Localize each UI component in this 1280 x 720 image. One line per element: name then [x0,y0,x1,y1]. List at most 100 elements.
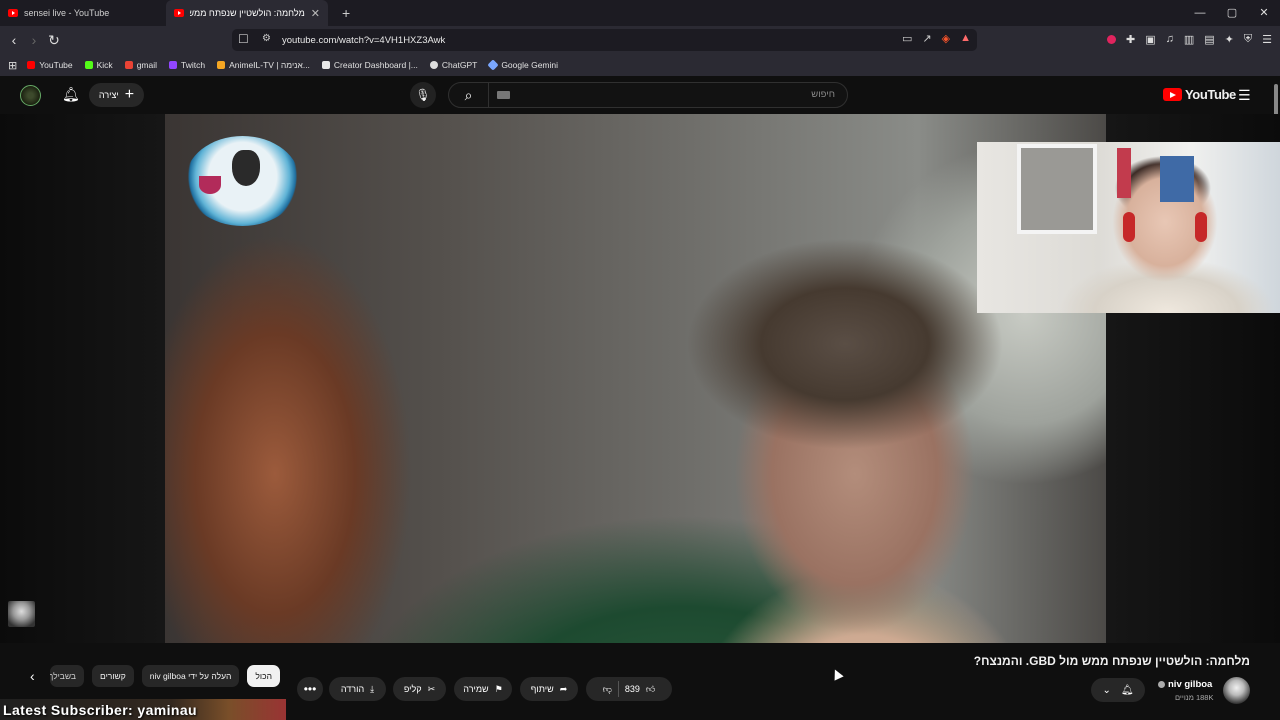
apps-grid-icon[interactable]: ⊞ [8,59,17,72]
wine-glass-icon [199,176,221,194]
cast-icon[interactable]: ▭ [902,32,912,45]
bell-icon: 🔔︎ [1120,684,1134,696]
kick-icon [84,61,93,69]
animeil-icon [217,61,226,69]
chip-by-uploader[interactable]: העלה על ידי niv gilboa [141,665,240,687]
latest-subscriber-overlay: Latest Subscriber: yaminau [3,702,198,718]
scissors-icon: ✂ [427,683,436,694]
like-dislike-group: 👍︎ 839 👎︎ [586,677,672,701]
chip-for-you[interactable]: בשבילך [50,665,84,687]
new-tab-button[interactable]: + [342,5,350,21]
search-input[interactable]: חיפוש [811,89,835,100]
chips-scroll-left-icon[interactable]: ‹ [30,668,42,684]
bookmark-kick[interactable]: Kick [84,60,113,70]
gmail-icon [124,61,133,69]
bookmarks-bar: ⊞ YouTube Kick gmail Twitch AnimeIL-TV |… [0,54,1280,76]
chip-all[interactable]: הכול [247,665,280,687]
twitch-icon [169,61,177,69]
more-actions-button[interactable]: ••• [297,677,323,701]
vpn-icon[interactable]: ⛨ [1244,33,1252,46]
address-bar[interactable]: ☐ ⚙ youtube.com/watch?v=4VH1HXZ3Awk ▭ ↗ … [232,29,977,51]
bookmark-gemini[interactable]: Google Gemini [487,59,558,71]
screenshot-icon[interactable]: ▣ [1145,33,1155,46]
bookmark-icon: ⚑ [494,683,503,694]
site-info-icon[interactable]: ⚙ [262,33,271,44]
bookmark-youtube[interactable]: YouTube [27,60,73,70]
menu-icon[interactable]: ☰ [1262,33,1272,46]
watermark-face [232,150,260,186]
youtube-logo-icon [1163,88,1182,101]
channel-watermark-logo [185,136,300,226]
extension-bar: ✚ ▣ ♫ ▥ ▤ ✦ ⛨ ☰ [1106,33,1272,46]
bookmark-icon[interactable]: ☐ [238,32,249,46]
share-button[interactable]: ➦ שיתוף [520,677,578,701]
browser-nav-bar: ‹ › ↻ ☐ ⚙ youtube.com/watch?v=4VH1HXZ3Aw… [0,26,1280,54]
mini-thumbnail[interactable] [8,601,35,627]
save-button[interactable]: ⚑ שמירה [454,677,512,701]
bookmark-gmail[interactable]: gmail [124,60,157,70]
url-text[interactable]: youtube.com/watch?v=4VH1HXZ3Awk [282,35,445,46]
youtube-header: 🔔︎ יצירה + 🎙︎ ⌕ חיפוש YouTube ☰ [0,76,1280,114]
creator-dashboard-icon [321,61,330,69]
wallet-icon[interactable]: ▤ [1204,33,1214,46]
reload-icon[interactable]: ↻ [44,32,64,49]
video-player[interactable] [165,114,1106,643]
clip-button[interactable]: ✂ קליפ [393,677,446,701]
search-icon[interactable]: ⌕ [449,83,489,107]
tab-title: מלחמה: הולשטיין שנפתח ממש מ [190,8,305,18]
back-icon[interactable]: ‹ [4,32,24,48]
bookmark-chatgpt[interactable]: ChatGPT [429,60,477,70]
youtube-favicon-icon [174,9,184,17]
user-avatar[interactable] [20,85,41,106]
brave-shield-icon[interactable]: ◈ [942,32,950,45]
ai-icon[interactable]: ✦ [1225,33,1234,46]
webcam-poster [1160,156,1194,202]
bookmark-animeil[interactable]: AnimeIL-TV | אנימה... [217,60,310,70]
subscriber-count: 188K מנויים [1175,693,1214,702]
forward-icon[interactable]: › [24,32,44,48]
subscribed-notifications-button[interactable]: ⌄ 🔔︎ [1091,678,1145,702]
voice-search-icon[interactable]: 🎙︎ [410,82,436,108]
bookmark-creator-dashboard[interactable]: Creator Dashboard |... [321,60,418,70]
bookmark-twitch[interactable]: Twitch [169,60,205,70]
media-icon[interactable]: ♫ [1166,33,1174,46]
like-divider [617,681,619,697]
minimize-button[interactable]: — [1184,0,1216,26]
chip-related[interactable]: קשורים [92,665,134,687]
sidebar-icon[interactable]: ▥ [1184,33,1194,46]
gemini-icon [487,59,499,71]
extensions-icon[interactable]: ✚ [1126,33,1135,46]
create-button[interactable]: יצירה + [89,83,144,107]
webcam-poster [1117,148,1131,198]
browser-tab-bar: sensei live - YouTube מלחמה: הולשטיין שנ… [0,0,1280,26]
channel-name[interactable]: niv gilboa [1158,679,1212,690]
video-title: מלחמה: הולשטיין שנפתח ממש מול GBD. והמנצ… [973,654,1250,668]
share-icon: ➦ [559,683,568,694]
webcam-background-window [1017,144,1097,234]
close-window-button[interactable]: ✕ [1248,0,1280,26]
chatgpt-icon [429,61,438,69]
video-info-area: מלחמה: הולשטיין שנפתח ממש מול GBD. והמנצ… [0,643,1280,720]
like-button[interactable]: 👍︎ 839 [625,684,655,695]
thumbs-up-icon: 👍︎ [645,683,656,694]
tab-close-icon[interactable]: ✕ [311,7,320,20]
youtube-icon [27,61,36,69]
notifications-bell-icon[interactable]: 🔔︎ [62,86,80,103]
download-icon: ⤓ [370,683,375,694]
youtube-logo[interactable]: YouTube [1163,87,1236,102]
streamer-webcam-overlay [977,142,1280,313]
share-page-icon[interactable]: ↗ [922,32,931,45]
tab-current-video[interactable]: מלחמה: הולשטיין שנפתח ממש מ ✕ [166,0,328,26]
dislike-button[interactable]: 👎︎ [603,684,612,695]
tab-sensei-live[interactable]: sensei live - YouTube [0,0,160,26]
record-icon[interactable] [1106,35,1116,44]
chevron-down-icon: ⌄ [1102,684,1111,696]
guide-menu-icon[interactable]: ☰ [1238,87,1251,104]
download-button[interactable]: ⤓ הורדה [329,677,386,701]
channel-avatar[interactable] [1223,677,1250,704]
keyboard-icon[interactable] [497,91,510,99]
search-box[interactable]: ⌕ חיפוש [448,82,848,108]
brave-rewards-icon[interactable]: ▲ [960,32,971,45]
maximize-button[interactable]: ▢ [1216,0,1248,26]
headset [1195,212,1207,242]
